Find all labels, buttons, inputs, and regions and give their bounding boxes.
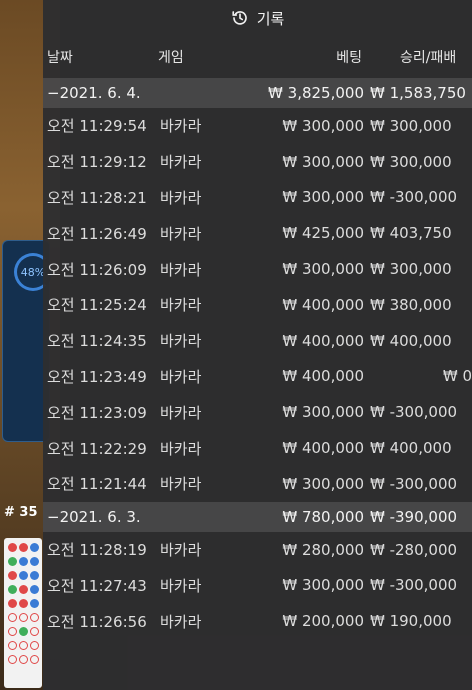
row-game: 바카라 [160,260,202,279]
history-row[interactable]: 오전 11:22:29 바카라 ₩ 400,000 ₩ 400,000 [43,430,472,466]
history-row[interactable]: 오전 11:23:09 바카라 ₩ 300,000 ₩ -300,000 [43,394,472,430]
row-win: ₩ -300,000 [370,474,458,493]
bead-road [4,538,42,688]
row-bet: ₩ 300,000 [282,260,364,279]
group-total-win: ₩ 1,583,750 [370,84,466,102]
row-time: 오전 11:25:24 [47,296,147,315]
history-row[interactable]: 오전 11:26:56 바카라 ₩ 200,000 ₩ 190,000 [43,603,472,639]
row-time: 오전 11:26:56 [47,612,147,631]
row-win: ₩ 300,000 [370,152,452,171]
row-bet: ₩ 300,000 [282,576,364,595]
row-time: 오전 11:26:09 [47,260,147,279]
history-row[interactable]: 오전 11:21:44 바카라 ₩ 300,000 ₩ -300,000 [43,466,472,502]
row-time: 오전 11:29:12 [47,153,147,172]
row-game: 바카라 [160,541,202,560]
group-total-win: ₩ -390,000 [370,507,458,526]
row-game: 바카라 [160,153,202,172]
history-row[interactable]: 오전 11:28:21 바카라 ₩ 300,000 ₩ -300,000 [43,180,472,216]
history-row[interactable]: 오전 11:26:49 바카라 ₩ 425,000 ₩ 403,750 [43,215,472,251]
column-headers: 날짜 게임 베팅 승리/패배 [43,36,472,78]
row-bet: ₩ 400,000 [282,295,364,314]
date-group-header[interactable]: −2021. 6. 4. ₩ 3,825,000 ₩ 1,583,750 [43,78,472,108]
row-win: ₩ 0 [442,367,472,386]
row-game: 바카라 [160,332,202,351]
row-bet: ₩ 300,000 [282,116,364,135]
row-game: 바카라 [160,403,202,422]
round-number: # 35 [4,505,38,520]
row-win: ₩ 190,000 [370,612,452,631]
row-time: 오전 11:26:49 [47,224,147,243]
history-row[interactable]: 오전 11:29:54 바카라 ₩ 300,000 ₩ 300,000 [43,108,472,144]
row-game: 바카라 [160,188,202,207]
history-row[interactable]: 오전 11:25:24 바카라 ₩ 400,000 ₩ 380,000 [43,287,472,323]
history-row[interactable]: 오전 11:27:43 바카라 ₩ 300,000 ₩ -300,000 [43,568,472,604]
row-bet: ₩ 280,000 [282,540,364,559]
row-bet: ₩ 400,000 [282,331,364,350]
row-win: ₩ -300,000 [370,188,458,207]
row-game: 바카라 [160,439,202,458]
row-win: ₩ 300,000 [370,260,452,279]
row-game: 바카라 [160,576,202,595]
group-date: −2021. 6. 3. [47,507,141,526]
date-group-header[interactable]: −2021. 6. 3. ₩ 780,000 ₩ -390,000 [43,501,472,532]
group-date: −2021. 6. 4. [47,84,141,102]
row-time: 오전 11:23:49 [47,367,147,386]
row-win: ₩ -300,000 [370,403,458,422]
column-date: 날짜 [47,50,73,66]
row-game: 바카라 [160,367,202,386]
row-win: ₩ 380,000 [370,295,452,314]
group-total-bet: ₩ 3,825,000 [268,84,364,102]
row-win: ₩ -300,000 [370,576,458,595]
row-game: 바카라 [160,612,202,631]
row-time: 오전 11:27:43 [47,576,147,595]
group-total-bet: ₩ 780,000 [282,507,364,526]
row-bet: ₩ 400,000 [282,367,364,386]
row-game: 바카라 [160,224,202,243]
history-clock-icon [231,9,249,27]
row-bet: ₩ 200,000 [282,612,364,631]
row-time: 오전 11:22:29 [47,439,147,458]
column-bet: 베팅 [336,50,362,66]
row-time: 오전 11:28:19 [47,541,147,560]
row-bet: ₩ 425,000 [282,224,364,243]
history-row[interactable]: 오전 11:26:09 바카라 ₩ 300,000 ₩ 300,000 [43,251,472,287]
row-win: ₩ -280,000 [370,540,458,559]
row-win: ₩ 400,000 [370,331,452,350]
row-bet: ₩ 300,000 [282,188,364,207]
row-bet: ₩ 300,000 [282,403,364,422]
row-time: 오전 11:28:21 [47,188,147,207]
history-panel: 기록 날짜 게임 베팅 승리/패배 −2021. 6. 4. ₩ 3,825,0… [43,0,472,690]
history-header: 기록 [43,0,472,36]
row-time: 오전 11:21:44 [47,475,147,494]
history-row[interactable]: 오전 11:24:35 바카라 ₩ 400,000 ₩ 400,000 [43,323,472,359]
column-win-loss: 승리/패배 [400,50,457,66]
row-bet: ₩ 400,000 [282,439,364,458]
row-game: 바카라 [160,296,202,315]
row-time: 오전 11:23:09 [47,403,147,422]
row-time: 오전 11:29:54 [47,117,147,136]
history-row[interactable]: 오전 11:28:19 바카라 ₩ 280,000 ₩ -280,000 [43,532,472,568]
row-time: 오전 11:24:35 [47,332,147,351]
row-win: ₩ 300,000 [370,116,452,135]
history-row[interactable]: 오전 11:23:49 바카라 ₩ 400,000 ₩ 0 [43,359,472,395]
row-game: 바카라 [160,117,202,136]
column-game: 게임 [158,50,184,66]
row-win: ₩ 400,000 [370,439,452,458]
row-game: 바카라 [160,475,202,494]
history-row[interactable]: 오전 11:29:12 바카라 ₩ 300,000 ₩ 300,000 [43,144,472,180]
history-title: 기록 [256,9,285,28]
row-bet: ₩ 300,000 [282,474,364,493]
row-bet: ₩ 300,000 [282,152,364,171]
row-win: ₩ 403,750 [370,224,452,243]
